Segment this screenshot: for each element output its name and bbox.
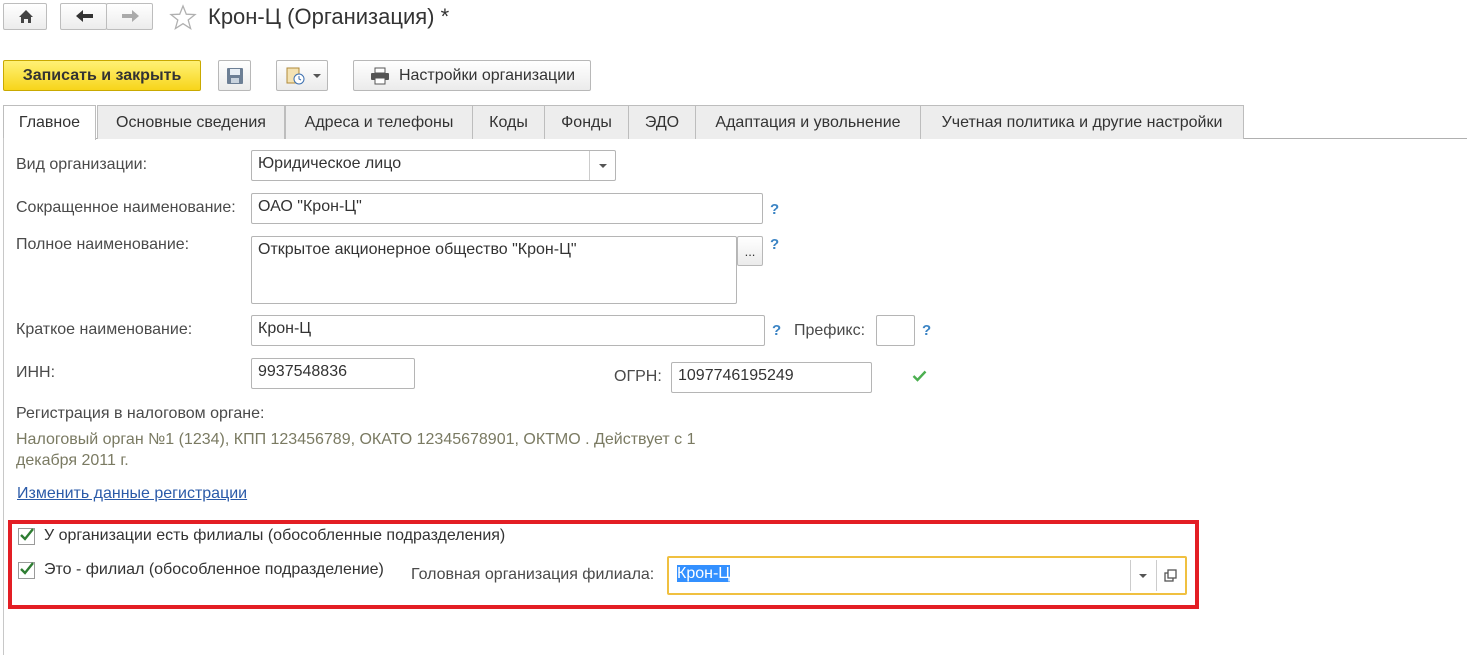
chevron-down-icon xyxy=(313,73,321,78)
org-type-value: Юридическое лицо xyxy=(258,155,402,172)
brief-name-input[interactable]: Крон-Ц xyxy=(251,315,765,346)
registration-details-line1: Налоговый орган №1 (1234), КПП 123456789… xyxy=(16,431,696,448)
org-type-select[interactable]: Юридическое лицо xyxy=(251,150,616,181)
open-form-icon xyxy=(1163,569,1177,582)
chevron-down-icon xyxy=(1139,573,1147,578)
save-close-button[interactable]: Записать и закрыть xyxy=(3,60,201,91)
full-name-help-icon[interactable]: ? xyxy=(770,236,779,253)
has-branches-label[interactable]: У организации есть филиалы (обособленные… xyxy=(44,527,505,545)
ogrn-input[interactable]: 1097746195249 xyxy=(671,362,872,393)
save-button[interactable] xyxy=(218,60,251,91)
registration-label: Регистрация в налоговом органе: xyxy=(16,405,265,422)
prefix-help-icon[interactable]: ? xyxy=(922,322,931,339)
tab-funds[interactable]: Фонды xyxy=(544,105,629,139)
is-branch-checkbox[interactable] xyxy=(18,562,35,579)
checkmark-icon xyxy=(20,528,34,541)
inn-label: ИНН: xyxy=(16,364,56,381)
back-button[interactable] xyxy=(60,3,107,30)
star-icon[interactable] xyxy=(169,4,197,31)
tab-codes[interactable]: Коды xyxy=(472,105,545,139)
prefix-input[interactable] xyxy=(876,315,915,346)
tab-accounting-policy[interactable]: Учетная политика и другие настройки xyxy=(920,105,1244,139)
tab-bar: Главное Основные сведения Адреса и телеф… xyxy=(3,105,1467,140)
checkmark-icon xyxy=(912,370,927,382)
home-icon xyxy=(19,10,33,23)
page-title: Крон-Ц (Организация) * xyxy=(208,4,450,29)
tab-adaptation[interactable]: Адаптация и увольнение xyxy=(695,105,921,139)
org-type-dropdown[interactable] xyxy=(589,151,615,180)
tab-basic-info[interactable]: Основные сведения xyxy=(97,105,285,139)
full-name-textarea[interactable]: Открытое акционерное общество "Крон-Ц" xyxy=(251,236,737,304)
full-name-edit-button[interactable]: ... xyxy=(737,236,763,266)
document-clock-icon xyxy=(286,67,305,84)
short-name-help-icon[interactable]: ? xyxy=(770,201,779,218)
ogrn-label: ОГРН: xyxy=(614,368,662,385)
change-registration-link[interactable]: Изменить данные регистрации xyxy=(17,485,247,503)
registration-details-line2: декабря 2011 г. xyxy=(16,452,129,469)
head-org-open-button[interactable] xyxy=(1156,560,1183,591)
org-settings-button[interactable]: Настройки организации xyxy=(353,60,591,91)
home-button[interactable] xyxy=(3,3,47,30)
org-type-label: Вид организации: xyxy=(16,156,148,173)
org-settings-label: Настройки организации xyxy=(398,66,576,84)
create-based-on-button[interactable] xyxy=(276,60,328,91)
prefix-label: Префикс: xyxy=(794,322,866,339)
head-org-label: Головная организация филиала: xyxy=(411,566,655,583)
content-frame xyxy=(3,138,4,655)
head-org-dropdown[interactable] xyxy=(1130,560,1155,591)
tab-addresses[interactable]: Адреса и телефоны xyxy=(285,105,473,139)
short-name-input[interactable]: ОАО "Крон-Ц" xyxy=(251,193,763,224)
head-org-value: Крон-Ц xyxy=(677,565,731,582)
brief-name-label: Краткое наименование: xyxy=(16,321,193,338)
checkmark-icon xyxy=(20,562,34,575)
head-org-input[interactable]: Крон-Ц xyxy=(667,556,1187,595)
tab-main[interactable]: Главное xyxy=(3,105,96,140)
tab-edo[interactable]: ЭДО xyxy=(628,105,696,139)
is-branch-label[interactable]: Это - филиал (обособленное подразделение… xyxy=(44,561,384,579)
inn-input[interactable]: 9937548836 xyxy=(251,358,415,389)
short-name-label: Сокращенное наименование: xyxy=(16,199,236,216)
forward-arrow-icon xyxy=(122,10,139,22)
forward-button[interactable] xyxy=(106,3,153,30)
chevron-down-icon xyxy=(598,163,607,168)
back-arrow-icon xyxy=(76,10,93,22)
printer-icon xyxy=(370,67,389,84)
has-branches-checkbox[interactable] xyxy=(18,528,35,545)
save-disk-icon xyxy=(226,67,243,84)
full-name-label: Полное наименование: xyxy=(16,236,190,253)
brief-name-help-icon[interactable]: ? xyxy=(772,322,781,339)
